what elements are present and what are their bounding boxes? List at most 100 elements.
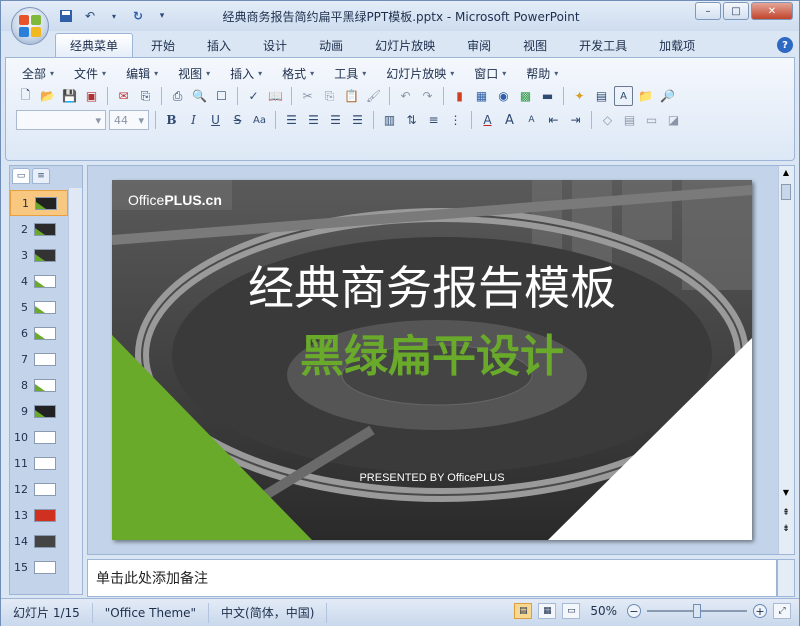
italic-icon[interactable]: I <box>184 110 203 130</box>
grow-font-icon[interactable]: A <box>500 110 519 130</box>
shrink-font-icon[interactable]: A <box>522 110 541 130</box>
slide-scrollbar[interactable]: ▲ ▼ ⇞ ⇟ <box>778 166 794 554</box>
slide-canvas[interactable]: OfficePLUS.cn 经典商务报告模板 黑绿扁平设计 PRESENTED … <box>112 180 752 540</box>
slide-thumbnail[interactable]: 12 <box>10 476 68 502</box>
outline-icon[interactable]: ☐ <box>212 86 231 106</box>
undo-icon[interactable]: ↶ <box>81 8 99 24</box>
close-button[interactable]: ✕ <box>751 2 793 20</box>
classic-menu-item[interactable]: 工具 ▾ <box>324 64 376 82</box>
theme-name[interactable]: "Office Theme" <box>93 602 210 623</box>
language-indicator[interactable]: 中文(简体，中国) <box>209 602 328 623</box>
classic-menu-item[interactable]: 窗口 ▾ <box>464 64 516 82</box>
next-slide-icon[interactable]: ⇟ <box>781 524 791 534</box>
classic-menu-item[interactable]: 帮助 ▾ <box>516 64 568 82</box>
undo-icon[interactable]: ↶ <box>396 86 415 106</box>
ribbon-tab[interactable]: 加载项 <box>645 33 709 57</box>
slide-thumbnail[interactable]: 7 <box>10 346 68 372</box>
classic-menu-item[interactable]: 插入 ▾ <box>220 64 272 82</box>
qat-more-icon[interactable]: ▾ <box>153 8 171 24</box>
folder-icon[interactable]: 📁 <box>636 86 655 106</box>
help-icon[interactable]: ? <box>777 37 793 53</box>
slide-thumbnail[interactable]: 1 <box>10 190 68 216</box>
scroll-thumb[interactable] <box>781 184 791 200</box>
strikethrough-icon[interactable]: S <box>228 110 247 130</box>
classic-menu-item[interactable]: 视图 ▾ <box>168 64 220 82</box>
format-painter-icon[interactable]: 🖌 <box>364 86 383 106</box>
print-preview-icon[interactable]: 🔍 <box>190 86 209 106</box>
slide-thumbnail[interactable]: 15 <box>10 554 68 580</box>
new-slide-icon[interactable]: ✦ <box>570 86 589 106</box>
decrease-indent-icon[interactable]: ⇤ <box>544 110 563 130</box>
columns-icon[interactable]: ▥ <box>380 110 399 130</box>
classic-menu-item[interactable]: 全部 ▾ <box>12 64 64 82</box>
slides-scrollbar[interactable] <box>68 188 82 594</box>
slide-subtitle[interactable]: 黑绿扁平设计 <box>112 320 752 384</box>
fit-to-window-icon[interactable]: ⤢ <box>773 603 791 619</box>
underline-icon[interactable]: U <box>206 110 225 130</box>
font-color-icon[interactable]: A <box>478 110 497 130</box>
slide-presented-by[interactable]: PRESENTED BY OfficePLUS <box>112 472 752 484</box>
ribbon-tab[interactable]: 设计 <box>249 33 301 57</box>
publish-icon[interactable]: ⎘ <box>136 86 155 106</box>
classic-menu-item[interactable]: 编辑 ▾ <box>116 64 168 82</box>
bold-icon[interactable]: B <box>162 110 181 130</box>
classic-menu-item[interactable]: 文件 ▾ <box>64 64 116 82</box>
slide-thumbnail[interactable]: 11 <box>10 450 68 476</box>
zoom-out-icon[interactable]: − <box>627 604 641 618</box>
ribbon-tab[interactable]: 视图 <box>509 33 561 57</box>
slide-thumbnail[interactable]: 8 <box>10 372 68 398</box>
font-name-combo[interactable]: ▾ <box>16 110 106 130</box>
slide-thumbnail[interactable]: 3 <box>10 242 68 268</box>
insert-table-icon[interactable]: ▦ <box>472 86 491 106</box>
ribbon-tab[interactable]: 动画 <box>305 33 357 57</box>
notes-pane[interactable]: 单击此处添加备注 <box>87 559 777 597</box>
slide-thumbnail[interactable]: 9 <box>10 398 68 424</box>
arrange-icon[interactable]: ▤ <box>620 110 639 130</box>
permission-icon[interactable]: ▣ <box>82 86 101 106</box>
font-size-combo[interactable]: 44 ▾ <box>109 110 149 130</box>
classic-menu-item[interactable]: 幻灯片放映 ▾ <box>376 64 464 82</box>
slide-thumbnail[interactable]: 4 <box>10 268 68 294</box>
zoom-slider-thumb[interactable] <box>693 604 701 618</box>
slide-layout-icon[interactable]: ▤ <box>592 86 611 106</box>
quick-styles-icon[interactable]: ▭ <box>642 110 661 130</box>
previous-slide-icon[interactable]: ⇞ <box>781 508 791 518</box>
slide-thumbnail[interactable]: 14 <box>10 528 68 554</box>
slide-thumbnail[interactable]: 5 <box>10 294 68 320</box>
text-box-icon[interactable]: A <box>614 86 633 106</box>
align-right-icon[interactable]: ☰ <box>326 110 345 130</box>
zoom-slider[interactable] <box>647 604 747 618</box>
paste-icon[interactable]: 📋 <box>342 86 361 106</box>
notes-scrollbar[interactable] <box>777 559 795 597</box>
ribbon-tab[interactable]: 审阅 <box>453 33 505 57</box>
ribbon-tab[interactable]: 开始 <box>137 33 189 57</box>
slide-thumbnail[interactable]: 2 <box>10 216 68 242</box>
new-icon[interactable]: 🗋 <box>16 86 35 106</box>
numbering-icon[interactable]: ≡ <box>424 110 443 130</box>
scroll-up-icon[interactable]: ▲ <box>781 168 791 178</box>
shapes-icon[interactable]: ◇ <box>598 110 617 130</box>
redo-icon[interactable]: ↻ <box>129 8 147 24</box>
ribbon-tab[interactable]: 开发工具 <box>565 33 641 57</box>
slide-sorter-icon[interactable]: ▦ <box>538 603 557 619</box>
zoom-in-icon[interactable]: + <box>753 604 767 618</box>
slide-thumbnail[interactable]: 10 <box>10 424 68 450</box>
cut-icon[interactable]: ✂ <box>298 86 317 106</box>
find-icon[interactable]: 🔎 <box>658 86 677 106</box>
slide-thumbnail[interactable]: 13 <box>10 502 68 528</box>
minimize-button[interactable]: – <box>695 2 721 20</box>
slide-title[interactable]: 经典商务报告模板 <box>112 252 752 318</box>
spelling-icon[interactable]: ✓ <box>244 86 263 106</box>
normal-view-icon[interactable]: ▤ <box>514 603 533 619</box>
email-icon[interactable]: ✉ <box>114 86 133 106</box>
text-direction-icon[interactable]: ⇅ <box>402 110 421 130</box>
bullets-icon[interactable]: ⋮ <box>446 110 465 130</box>
insert-smartart-icon[interactable]: ◉ <box>494 86 513 106</box>
outline-tab[interactable]: ≡ <box>32 168 50 184</box>
print-icon[interactable]: ⎙ <box>168 86 187 106</box>
customize-dropdown[interactable]: ▾ <box>105 8 123 24</box>
redo-icon[interactable]: ↷ <box>418 86 437 106</box>
research-icon[interactable]: 📖 <box>266 86 285 106</box>
maximize-button[interactable]: □ <box>723 2 749 20</box>
slide-show-icon[interactable]: ▭ <box>562 603 581 619</box>
